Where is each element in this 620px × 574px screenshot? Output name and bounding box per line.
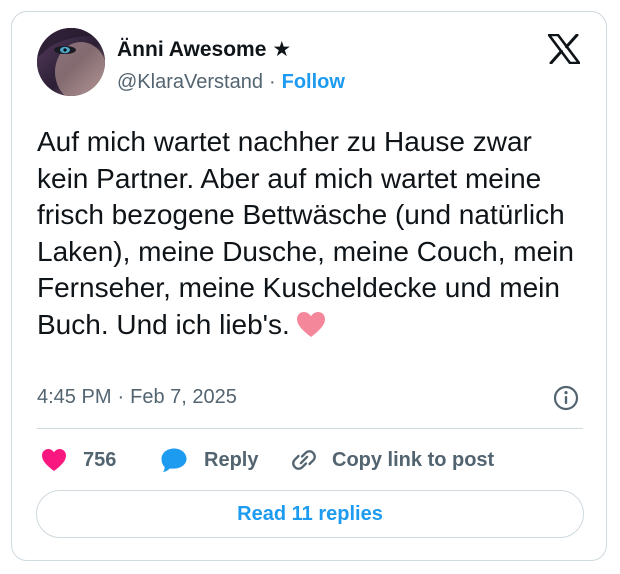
author-display-name: Änni Awesome	[117, 38, 267, 61]
tweet-body: Auf mich wartet nachher zu Hause zwar ke…	[37, 126, 574, 340]
timestamp-separator: ·	[117, 386, 125, 408]
pink-heart-icon	[296, 311, 326, 348]
info-icon[interactable]	[553, 385, 579, 411]
handle-separator: ·	[268, 71, 276, 93]
author-handle-row: @KlaraVerstand · Follow	[117, 71, 345, 94]
reply-button[interactable]: Reply	[160, 446, 258, 474]
x-logo-icon[interactable]	[547, 33, 581, 65]
avatar[interactable]	[37, 28, 105, 96]
tweet-timestamp[interactable]: 4:45 PM · Feb 7, 2025	[37, 386, 237, 409]
copy-link-label: Copy link to post	[332, 448, 495, 471]
tweet-text: Auf mich wartet nachher zu Hause zwar ke…	[37, 124, 589, 347]
star-badge-icon: ★	[272, 38, 292, 61]
divider	[37, 428, 583, 429]
speech-bubble-icon	[160, 447, 188, 473]
avatar-image	[37, 28, 105, 96]
follow-button[interactable]: Follow	[282, 71, 345, 93]
copy-link-button[interactable]: Copy link to post	[290, 446, 494, 474]
read-replies-label: Read 11 replies	[237, 502, 383, 525]
link-icon	[290, 446, 318, 474]
author-handle[interactable]: @KlaraVerstand	[117, 71, 263, 93]
like-button[interactable]: 756	[41, 446, 116, 474]
reply-label: Reply	[204, 448, 259, 471]
read-replies-button[interactable]: Read 11 replies	[36, 490, 584, 538]
tweet-time: 4:45 PM	[37, 386, 112, 408]
like-count: 756	[83, 448, 117, 471]
author-name[interactable]: Änni Awesome ★	[117, 37, 291, 62]
heart-icon	[41, 448, 67, 472]
tweet-date: Feb 7, 2025	[130, 386, 237, 408]
